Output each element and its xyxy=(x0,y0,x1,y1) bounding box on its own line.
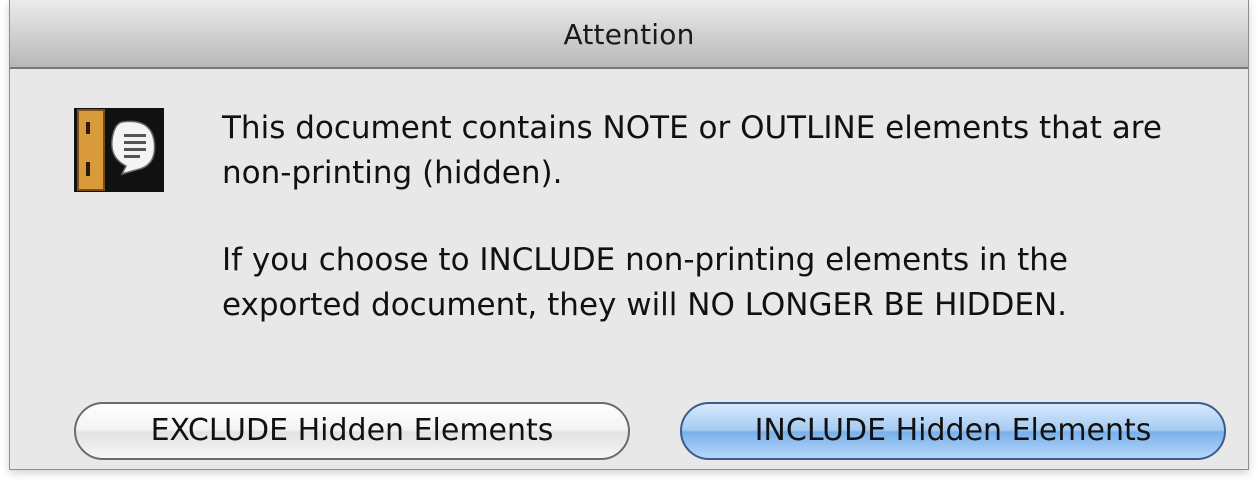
message-paragraph-2: If you choose to INCLUDE non-printing el… xyxy=(222,242,1069,323)
dialog-titlebar[interactable]: Attention xyxy=(10,0,1248,69)
app-note-icon xyxy=(74,108,164,192)
dialog-message: This document contains NOTE or OUTLINE e… xyxy=(222,106,1212,328)
attention-dialog: Attention This document contains NOTE or… xyxy=(9,0,1249,470)
exclude-hidden-elements-button[interactable]: EXCLUDE Hidden Elements xyxy=(74,402,630,460)
include-hidden-elements-button[interactable]: INCLUDE Hidden Elements xyxy=(680,402,1226,460)
dialog-title: Attention xyxy=(563,18,695,51)
message-paragraph-1: This document contains NOTE or OUTLINE e… xyxy=(222,110,1162,191)
